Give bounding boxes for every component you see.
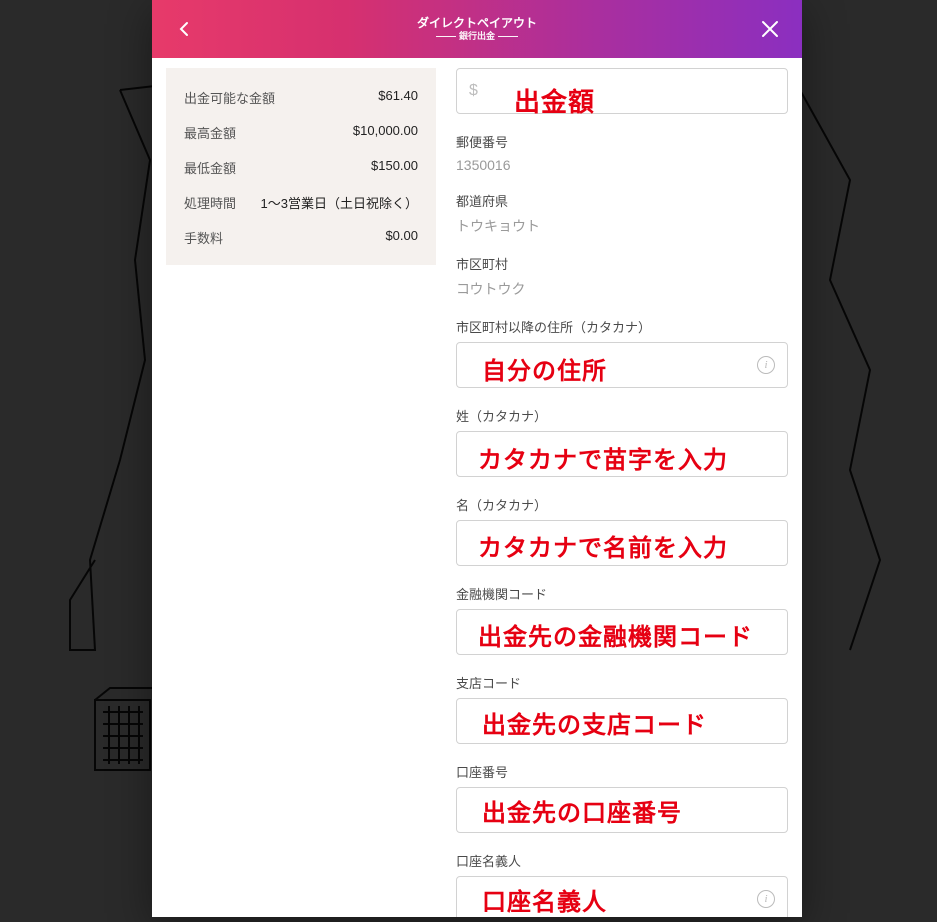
postal-label: 郵便番号 (456, 132, 788, 151)
receipt-row: 最低金額 $150.00 (184, 150, 418, 185)
account-input-wrap[interactable] (456, 787, 788, 833)
branchcode-input[interactable] (469, 713, 775, 730)
field-address: 市区町村以降の住所（カタカナ） i (456, 317, 788, 388)
modal-body: 出金可能な金額 $61.40 最高金額 $10,000.00 最低金額 $150… (152, 58, 802, 917)
city-label: 市区町村 (456, 254, 788, 273)
info-icon[interactable]: i (757, 890, 775, 908)
receipt-label: 最高金額 (184, 123, 236, 142)
city-value: コウトウク (456, 279, 788, 299)
field-account: 口座番号 (456, 762, 788, 833)
address-label: 市区町村以降の住所（カタカナ） (456, 317, 788, 336)
lastname-input[interactable] (469, 446, 775, 463)
amount-input-wrap[interactable]: $ (456, 68, 788, 114)
pref-value: トウキョウト (456, 216, 788, 236)
receipt-row: 最高金額 $10,000.00 (184, 115, 418, 150)
modal-title-block: ダイレクトペイアウト 銀行出金 (417, 16, 537, 41)
branchcode-input-wrap[interactable] (456, 698, 788, 744)
modal-subtitle: 銀行出金 (417, 31, 537, 42)
address-input-wrap[interactable]: i (456, 342, 788, 388)
lastname-label: 姓（カタカナ） (456, 406, 788, 425)
field-firstname: 名（カタカナ） (456, 495, 788, 566)
firstname-label: 名（カタカナ） (456, 495, 788, 514)
receipt-row: 出金可能な金額 $61.40 (184, 80, 418, 115)
receipt-value: $10,000.00 (353, 123, 418, 142)
firstname-input-wrap[interactable] (456, 520, 788, 566)
modal-title: ダイレクトペイアウト (417, 16, 537, 30)
pref-label: 都道府県 (456, 191, 788, 210)
close-button[interactable] (756, 15, 784, 43)
lastname-input-wrap[interactable] (456, 431, 788, 477)
field-bankcode: 金融機関コード (456, 584, 788, 655)
dollar-icon: $ (469, 82, 478, 100)
receipt-row: 処理時間 1～3営業日（土日祝除く） (184, 185, 418, 220)
holder-input-wrap[interactable]: i (456, 876, 788, 917)
field-branchcode: 支店コード (456, 673, 788, 744)
field-postal: 郵便番号 1350016 (456, 132, 788, 173)
field-city: 市区町村 コウトウク (456, 254, 788, 299)
bankcode-input-wrap[interactable] (456, 609, 788, 655)
receipt-label: 手数料 (184, 228, 223, 247)
receipt-value: $61.40 (378, 88, 418, 107)
account-label: 口座番号 (456, 762, 788, 781)
amount-input[interactable] (486, 83, 775, 100)
info-icon[interactable]: i (757, 356, 775, 374)
field-prefecture: 都道府県 トウキョウト (456, 191, 788, 236)
field-lastname: 姓（カタカナ） (456, 406, 788, 477)
receipt-panel: 出金可能な金額 $61.40 最高金額 $10,000.00 最低金額 $150… (166, 68, 436, 265)
field-amount: $ (456, 68, 788, 114)
receipt-label: 最低金額 (184, 158, 236, 177)
holder-label: 口座名義人 (456, 851, 788, 870)
receipt-value: 1～3営業日（土日祝除く） (261, 193, 418, 212)
holder-input[interactable] (469, 891, 749, 908)
field-holder: 口座名義人 i (456, 851, 788, 917)
modal-header: ダイレクトペイアウト 銀行出金 (152, 0, 802, 58)
bankcode-input[interactable] (469, 624, 775, 641)
receipt-value: $150.00 (371, 158, 418, 177)
receipt-row: 手数料 $0.00 (184, 220, 418, 255)
address-input[interactable] (469, 357, 749, 374)
payout-modal: ダイレクトペイアウト 銀行出金 出金可能な金額 $61.40 最高金額 $10,… (152, 0, 802, 917)
receipt-value: $0.00 (385, 228, 418, 247)
form-column: $ 郵便番号 1350016 都道府県 トウキョウト 市区町村 コウトウク 市区… (456, 68, 788, 917)
postal-value: 1350016 (456, 157, 788, 173)
account-input[interactable] (469, 802, 775, 819)
bankcode-label: 金融機関コード (456, 584, 788, 603)
firstname-input[interactable] (469, 535, 775, 552)
back-button[interactable] (170, 15, 198, 43)
receipt-label: 出金可能な金額 (184, 88, 275, 107)
receipt-label: 処理時間 (184, 193, 236, 212)
branchcode-label: 支店コード (456, 673, 788, 692)
